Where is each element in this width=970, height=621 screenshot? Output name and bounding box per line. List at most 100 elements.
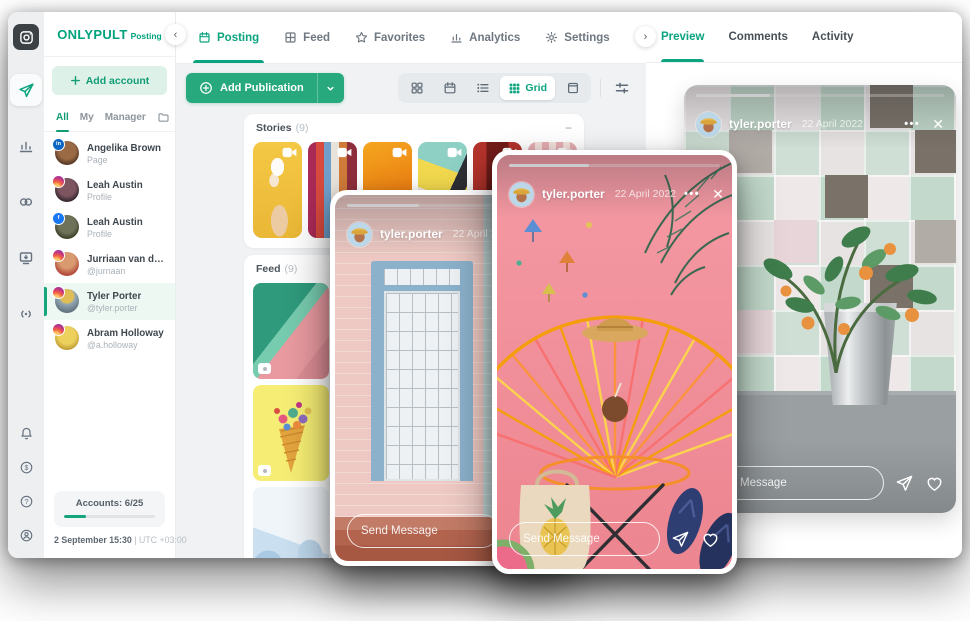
sliders-icon	[614, 80, 630, 96]
chart-icon	[450, 31, 463, 44]
filter-tab-my[interactable]: My	[80, 104, 94, 131]
main-tabs: Posting Feed Favorites Analytics Setting…	[176, 12, 646, 64]
multilink-nav-icon[interactable]	[10, 186, 42, 218]
instagram-badge-icon	[52, 286, 65, 299]
datetime-label: 2 September 15:30 | UTC +03:00	[54, 535, 165, 545]
instagram-badge-icon	[52, 249, 65, 262]
accounts-usage: Accounts: 6/25	[54, 491, 165, 527]
account-filter-tabs: All My Manager	[44, 104, 175, 132]
tab-preview[interactable]: Preview	[661, 12, 704, 62]
story-username: tyler.porter	[729, 117, 792, 131]
tab-posting[interactable]: Posting	[198, 12, 259, 63]
frame-view-icon	[566, 81, 580, 95]
tab-comments[interactable]: Comments	[728, 12, 787, 62]
builder-nav-icon[interactable]	[10, 242, 42, 274]
toolbar-divider	[600, 79, 601, 97]
account-row-jurriaan[interactable]: Jurriaan van der Broek @jurnaan	[44, 246, 175, 283]
account-row-leah-fb[interactable]: f Leah Austin Profile	[44, 209, 175, 246]
feed-item-wall[interactable]	[253, 487, 329, 558]
plus-icon	[70, 75, 81, 86]
folder-icon[interactable]	[157, 111, 170, 124]
heart-icon[interactable]	[701, 530, 720, 549]
sidebar-footer: Accounts: 6/25 2 September 15:30 | UTC +…	[44, 491, 175, 558]
list-view-icon	[476, 81, 490, 95]
tab-analytics[interactable]: Analytics	[450, 12, 520, 63]
gallery-icon	[258, 363, 271, 374]
account-row-angelika[interactable]: in Angelika Brown Page	[44, 135, 175, 172]
view-frame-button[interactable]	[557, 76, 588, 100]
broadcast-nav-icon[interactable]	[10, 298, 42, 330]
close-icon[interactable]: ✕	[932, 117, 944, 131]
profile-icon[interactable]	[12, 522, 40, 548]
story-header: tyler.porter 22 April 2022 ••• ✕	[497, 155, 732, 219]
share-plane-icon[interactable]	[895, 474, 914, 493]
stories-count: (9)	[296, 122, 309, 134]
share-plane-icon[interactable]	[671, 530, 690, 549]
linkedin-badge-icon: in	[52, 138, 65, 151]
stories-title: Stories	[256, 122, 292, 134]
plus-circle-icon	[199, 81, 213, 95]
tab-settings[interactable]: Settings	[545, 12, 609, 63]
instagram-app-icon[interactable]	[13, 24, 39, 50]
star-icon	[355, 31, 368, 44]
toolbar: Add Publication	[176, 64, 646, 103]
logo: ONLYPULT	[57, 27, 127, 42]
filter-tab-manager[interactable]: Manager	[105, 104, 146, 131]
view-calendar-button[interactable]	[434, 76, 465, 100]
preview-tabs: › Preview Comments Activity	[646, 12, 962, 63]
story-username: tyler.porter	[542, 187, 605, 201]
sidebar-header: ONLYPULT Posting ‹	[44, 12, 175, 57]
analytics-nav-icon[interactable]	[10, 130, 42, 162]
logo-suffix: Posting	[131, 31, 162, 41]
tab-favorites[interactable]: Favorites	[355, 12, 425, 63]
story-thumb-icecream[interactable]	[253, 142, 302, 238]
view-list-button[interactable]	[467, 76, 498, 100]
story-username: tyler.porter	[380, 227, 443, 241]
video-camera-icon	[447, 147, 462, 158]
feed-item-leaf[interactable]	[253, 283, 329, 379]
accounts-usage-label: Accounts: 6/25	[64, 498, 155, 509]
filter-tab-all[interactable]: All	[56, 104, 69, 131]
heart-icon[interactable]	[925, 474, 944, 493]
tab-activity[interactable]: Activity	[812, 12, 854, 62]
feed-title: Feed	[256, 263, 281, 275]
calendar-icon	[198, 31, 211, 44]
feed-count: (9)	[285, 263, 298, 275]
instagram-badge-icon	[52, 323, 65, 336]
view-grid-button[interactable]: Grid	[500, 76, 555, 100]
filters-button[interactable]	[610, 76, 634, 100]
tab-feed[interactable]: Feed	[284, 12, 330, 63]
story-viewer-front: tyler.porter 22 April 2022 ••• ✕	[492, 150, 737, 574]
more-options-icon[interactable]: •••	[904, 118, 920, 130]
account-row-abram[interactable]: Abram Holloway @a.holloway	[44, 320, 175, 357]
icon-rail: $ ?	[8, 12, 44, 558]
add-account-button[interactable]: Add account	[52, 66, 167, 95]
svg-text:$: $	[24, 464, 28, 471]
grid-view-icon	[508, 82, 521, 95]
calendar-view-icon	[443, 81, 457, 95]
send-message-input[interactable]	[509, 522, 660, 556]
stories-collapse-button[interactable]: −	[565, 122, 572, 134]
story-header: tyler.porter 22 April 2022 ••• ✕	[684, 85, 956, 149]
view-switcher: Grid	[398, 73, 591, 103]
feed-item-cone[interactable]	[253, 385, 329, 481]
sidebar-collapse-button[interactable]: ‹	[165, 24, 186, 45]
add-publication-caret[interactable]	[317, 73, 344, 103]
posting-nav-icon[interactable]	[10, 74, 42, 106]
help-icon[interactable]: ?	[12, 488, 40, 514]
billing-icon[interactable]: $	[12, 454, 40, 480]
close-icon[interactable]: ✕	[712, 187, 724, 201]
more-options-icon[interactable]: •••	[684, 188, 700, 200]
notifications-icon[interactable]	[12, 420, 40, 446]
story-footer	[509, 522, 720, 556]
grid-icon	[284, 31, 297, 44]
sidebar: ONLYPULT Posting ‹ Add account All My Ma…	[44, 12, 176, 558]
story-date: 22 April 2022	[615, 188, 676, 200]
account-row-tyler-selected[interactable]: Tyler Porter @tyler.porter	[44, 283, 175, 320]
add-publication-button[interactable]: Add Publication	[186, 73, 344, 103]
send-message-input[interactable]	[347, 514, 499, 548]
story-date: 22 April 2022	[802, 118, 863, 130]
panel-expand-button[interactable]: ›	[635, 26, 656, 47]
account-row-leah-ig[interactable]: Leah Austin Profile	[44, 172, 175, 209]
view-cards-button[interactable]	[401, 76, 432, 100]
